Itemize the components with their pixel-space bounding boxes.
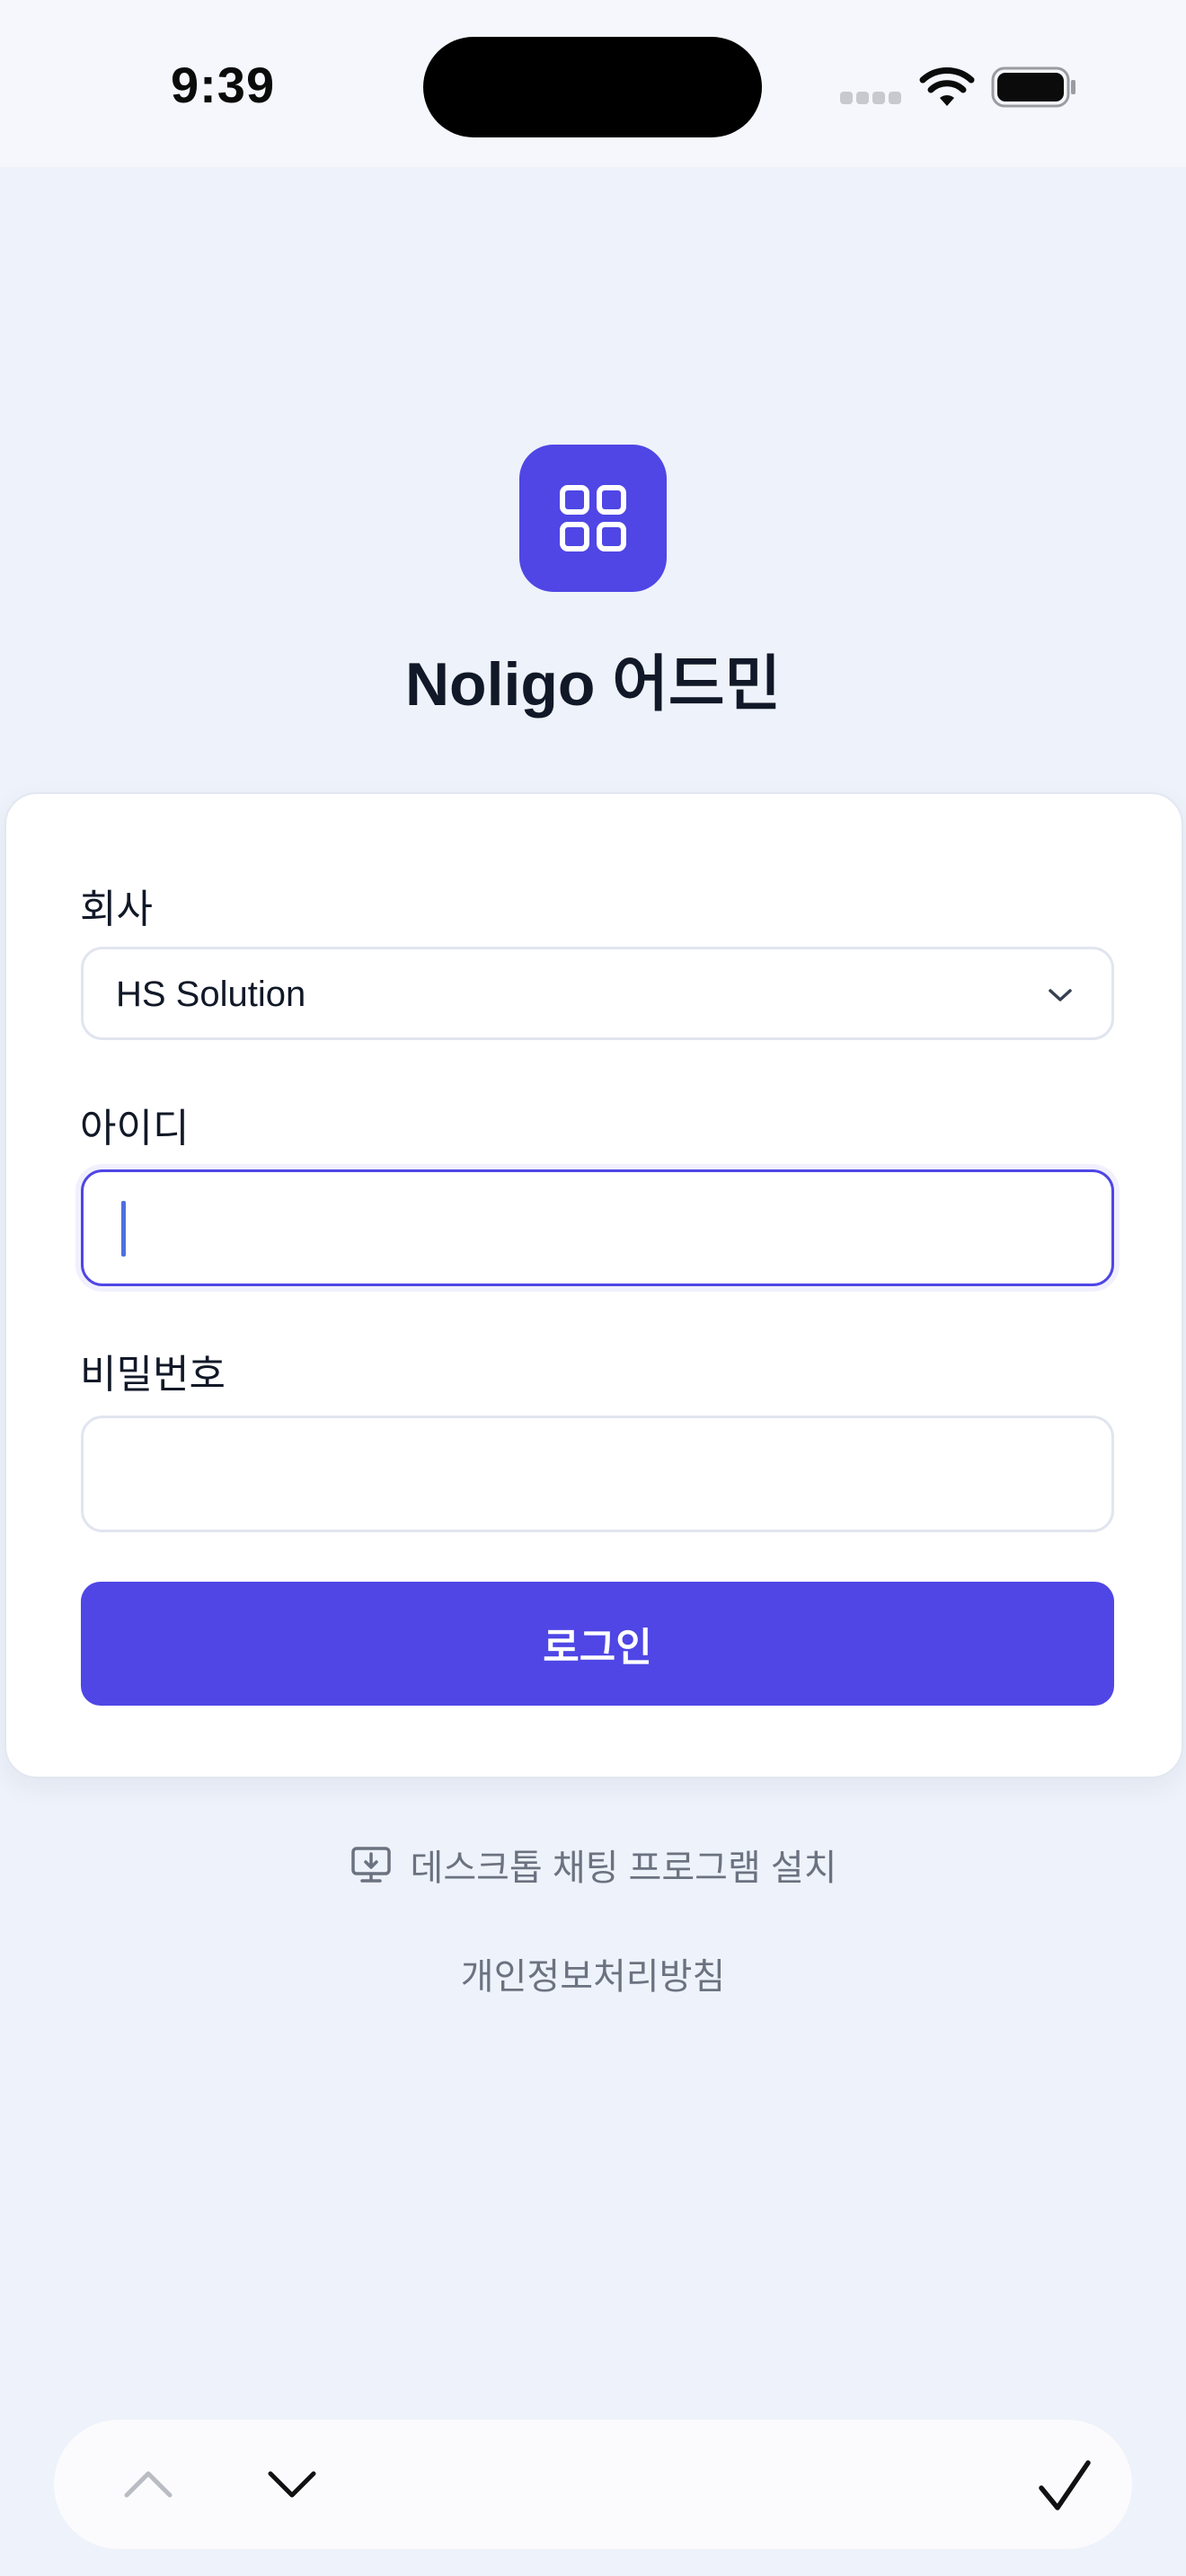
grid-icon — [560, 485, 626, 551]
battery-icon — [991, 66, 1075, 108]
wifi-icon — [919, 67, 975, 106]
text-cursor — [121, 1201, 126, 1257]
done-button[interactable] — [1029, 2450, 1101, 2522]
install-link-label: 데스크톱 채팅 프로그램 설치 — [410, 1848, 837, 1888]
cellular-signal-icon — [840, 92, 901, 104]
status-bar: 9:39 — [0, 0, 1186, 167]
login-card: 회사 HS Solution 아이디 비밀번호 로그인 — [4, 792, 1183, 1778]
keyboard-toolbar — [54, 2420, 1132, 2549]
login-button[interactable]: 로그인 — [81, 1582, 1114, 1706]
next-field-button[interactable] — [261, 2457, 323, 2511]
chevron-down-icon — [268, 2471, 316, 2498]
page-title: Noligo 어드민 — [404, 650, 782, 719]
password-input[interactable] — [81, 1416, 1114, 1532]
id-input[interactable] — [81, 1169, 1114, 1286]
app-logo — [519, 445, 667, 592]
id-label: 아이디 — [80, 1107, 190, 1151]
dynamic-island — [423, 37, 762, 137]
install-desktop-link[interactable]: 데스크톱 채팅 프로그램 설치 — [0, 1839, 1186, 1890]
privacy-policy-link[interactable]: 개인정보처리방침 — [0, 1947, 1186, 1999]
password-label: 비밀번호 — [80, 1353, 226, 1397]
keyboard-accessory-bar — [0, 2389, 1186, 2576]
company-label: 회사 — [80, 887, 153, 931]
chevron-down-icon — [1049, 989, 1072, 1001]
company-select-value: HS Solution — [116, 975, 306, 1014]
company-select[interactable]: HS Solution — [81, 947, 1114, 1040]
status-time: 9:39 — [171, 57, 276, 113]
checkmark-icon — [1039, 2460, 1091, 2510]
previous-field-button[interactable] — [117, 2457, 180, 2511]
monitor-download-icon — [350, 1847, 391, 1883]
chevron-up-icon — [124, 2471, 173, 2498]
